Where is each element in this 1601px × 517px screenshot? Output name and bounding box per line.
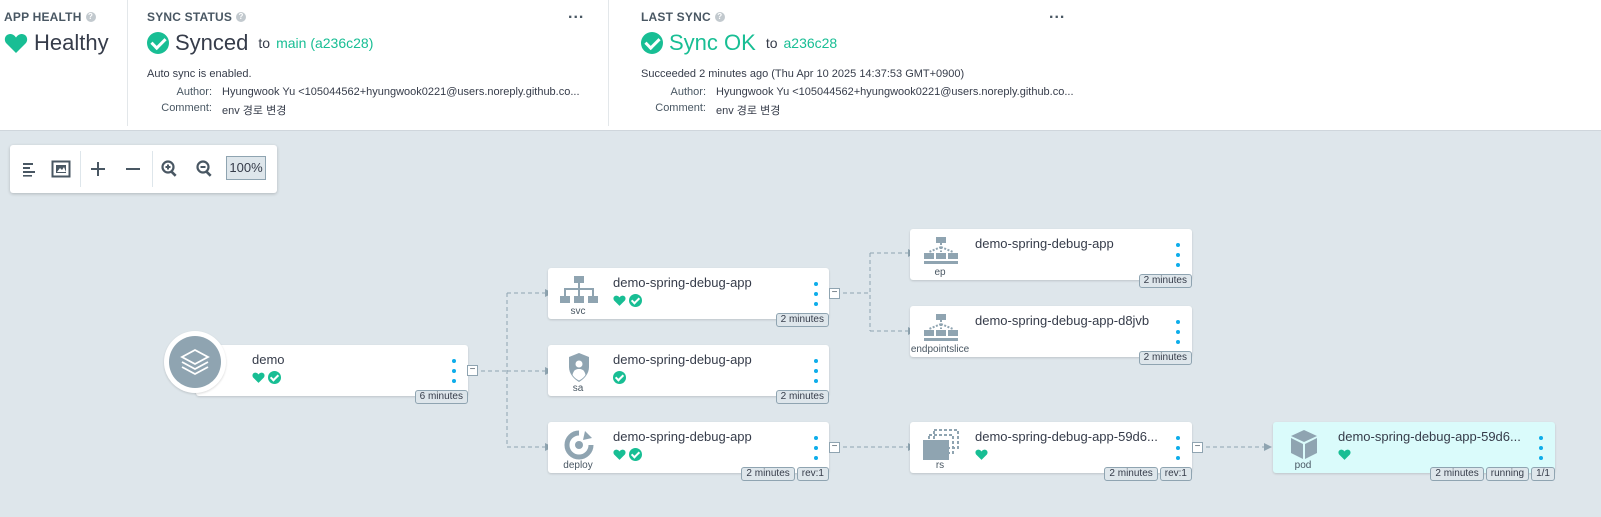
- age-tag: 2 minutes: [775, 390, 829, 404]
- revision-tag: rev:1: [796, 467, 829, 481]
- replicaset-icon: [923, 429, 959, 460]
- service-account-icon: [569, 353, 589, 382]
- age-tag: 2 minutes: [1138, 351, 1192, 365]
- pod-icon: [1291, 430, 1317, 459]
- endpoints-icon: [924, 237, 958, 264]
- node-title: demo-spring-debug-app-d8jvb: [975, 313, 1150, 328]
- age-tag: 2 minutes: [775, 313, 829, 327]
- heart-icon: [1338, 449, 1351, 460]
- collapse-toggle[interactable]: −: [829, 288, 840, 299]
- node-title: demo: [252, 352, 285, 367]
- node-tags: 2 minutes: [1138, 351, 1192, 365]
- node-menu-button[interactable]: [1175, 436, 1181, 460]
- collapse-toggle[interactable]: −: [829, 442, 840, 453]
- heart-icon: [613, 449, 626, 460]
- node-kind-label: ep: [934, 267, 946, 278]
- synced-icon: [268, 371, 281, 384]
- age-tag: 2 minutes: [741, 467, 795, 481]
- synced-icon: [629, 294, 642, 307]
- resource-node-ep[interactable]: ep demo-spring-debug-app 2 minutes: [910, 229, 1192, 288]
- node-menu-button[interactable]: [813, 436, 819, 460]
- heart-icon: [975, 449, 988, 460]
- node-tags: 6 minutes: [414, 390, 468, 404]
- node-kind-label: deploy: [563, 460, 593, 471]
- age-tag: 2 minutes: [1138, 274, 1192, 288]
- node-title: demo-spring-debug-app: [975, 236, 1114, 251]
- resource-node-rs[interactable]: rs demo-spring-debug-app-59d6... 2 minut…: [910, 422, 1192, 481]
- node-kind-label: pod: [1294, 460, 1312, 471]
- ready-tag: 1/1: [1531, 467, 1555, 481]
- collapse-toggle[interactable]: −: [1192, 442, 1203, 453]
- node-title: demo-spring-debug-app: [613, 275, 752, 290]
- node-status-badges: [613, 448, 642, 461]
- node-menu-button[interactable]: [1175, 243, 1181, 267]
- node-status-badges: [1338, 448, 1351, 461]
- node-menu-button[interactable]: [813, 359, 819, 383]
- node-tags: 2 minutes: [775, 390, 829, 404]
- collapse-toggle[interactable]: −: [467, 365, 478, 376]
- node-title: demo-spring-debug-app: [613, 352, 752, 367]
- age-tag: 2 minutes: [1430, 467, 1484, 481]
- layers-icon: [180, 348, 210, 376]
- node-tags: 2 minutes: [775, 313, 829, 327]
- node-tags: 2 minutes running 1/1: [1430, 467, 1555, 481]
- node-status-badges: [613, 294, 642, 307]
- node-menu-button[interactable]: [1175, 320, 1181, 344]
- heart-icon: [252, 372, 265, 383]
- node-kind-label: sa: [572, 383, 584, 394]
- age-tag: 6 minutes: [414, 390, 468, 404]
- node-status-badges: [252, 371, 281, 384]
- node-kind-label: endpointslice: [910, 344, 970, 355]
- node-title: demo-spring-debug-app-59d6...: [1338, 429, 1521, 444]
- node-menu-button[interactable]: [1538, 436, 1544, 460]
- node-kind-label: svc: [570, 306, 586, 317]
- node-status-badges: [975, 448, 988, 461]
- node-tags: 2 minutes rev:1: [1104, 467, 1192, 481]
- node-tags: 2 minutes rev:1: [741, 467, 829, 481]
- resource-node-sa[interactable]: sa demo-spring-debug-app 2 minutes: [548, 345, 829, 404]
- synced-icon: [613, 371, 626, 384]
- deployment-icon: [564, 430, 594, 460]
- service-icon: [560, 276, 598, 303]
- node-menu-button[interactable]: [813, 282, 819, 306]
- node-menu-button[interactable]: [451, 359, 457, 383]
- heart-icon: [613, 295, 626, 306]
- state-tag: running: [1485, 467, 1530, 481]
- endpointslice-icon: [924, 314, 958, 341]
- resource-node-deploy[interactable]: deploy demo-spring-debug-app 2 minutes r…: [548, 422, 829, 481]
- app-node-demo[interactable]: demo 6 minutes: [196, 345, 468, 404]
- app-icon-circle: [164, 331, 226, 393]
- age-tag: 2 minutes: [1104, 467, 1158, 481]
- node-tags: 2 minutes: [1138, 274, 1192, 288]
- revision-tag: rev:1: [1159, 467, 1192, 481]
- resource-node-endpointslice[interactable]: endpointslice demo-spring-debug-app-d8jv…: [910, 306, 1192, 365]
- synced-icon: [629, 448, 642, 461]
- node-kind-label: rs: [935, 460, 945, 471]
- resource-node-svc[interactable]: svc demo-spring-debug-app 2 minutes: [548, 268, 829, 327]
- node-status-badges: [613, 371, 626, 384]
- resource-node-pod[interactable]: pod demo-spring-debug-app-59d6... 2 minu…: [1273, 422, 1555, 481]
- node-title: demo-spring-debug-app-59d6...: [975, 429, 1158, 444]
- node-title: demo-spring-debug-app: [613, 429, 752, 444]
